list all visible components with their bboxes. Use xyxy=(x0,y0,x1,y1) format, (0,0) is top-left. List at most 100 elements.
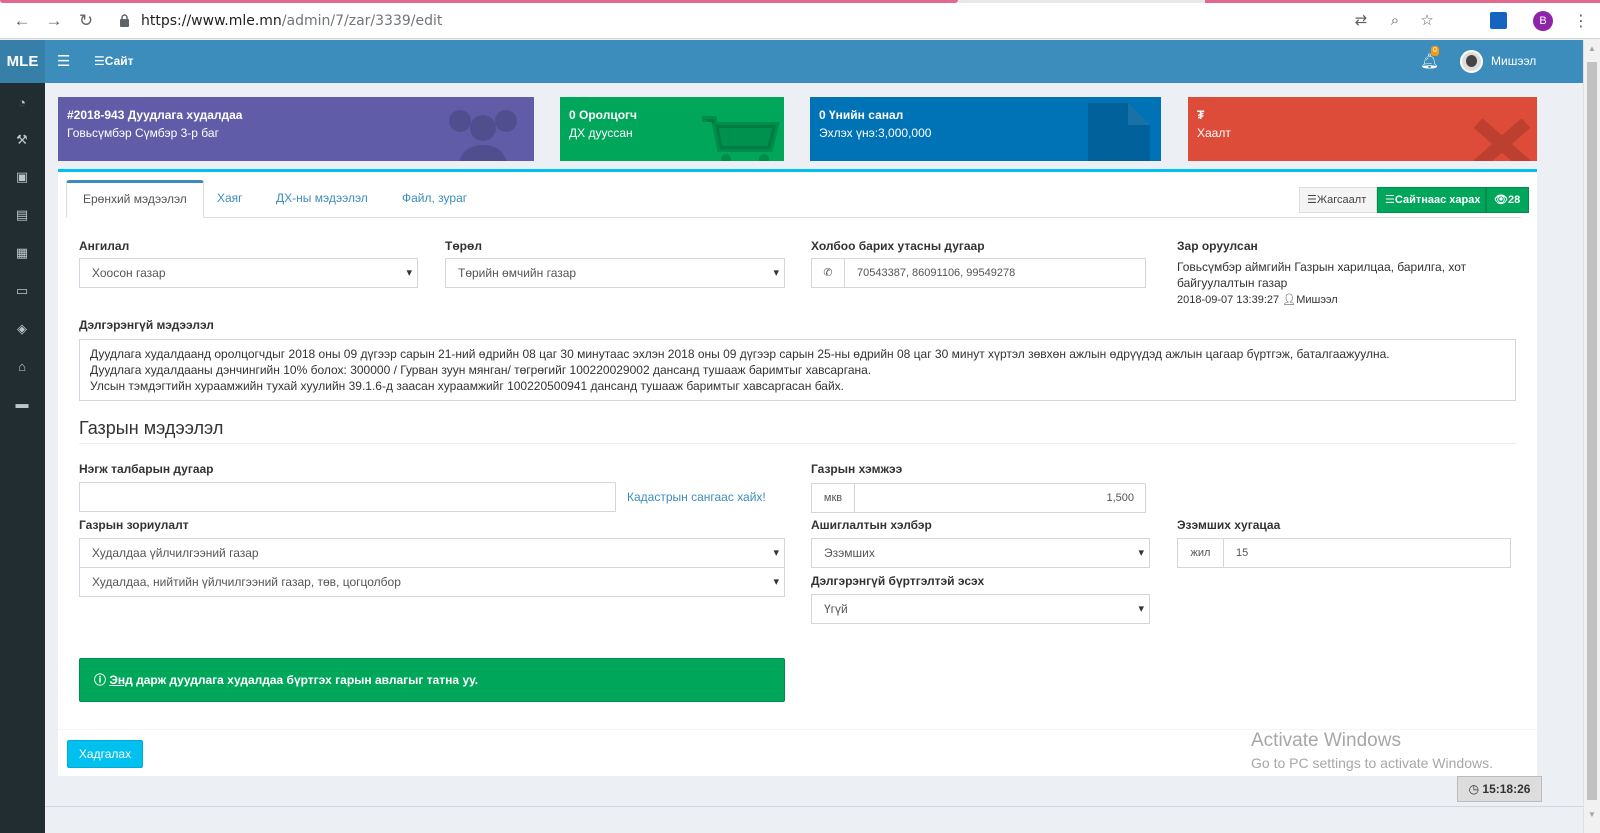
purpose-label: Газрын зориулалт xyxy=(79,518,189,532)
page-scrollbar[interactable]: ▲ ▼ xyxy=(1583,40,1600,833)
type-label: Төрөл xyxy=(445,239,482,253)
size-input[interactable]: 1,500 xyxy=(854,483,1146,513)
info-box-auction: #2018-943 Дуудлага худалдаа Говьсүмбэр С… xyxy=(58,97,534,161)
info-box-subtitle: Хаалт xyxy=(1197,126,1231,140)
user-icon: 👤︎ xyxy=(1282,294,1297,306)
detailed-reg-select[interactable]: Үгүй xyxy=(811,594,1150,624)
phone-input[interactable]: 70543387, 86091106, 99549278 xyxy=(844,258,1146,288)
zoom-icon[interactable]: ⌕ xyxy=(1386,12,1404,30)
info-box-subtitle: Говьсүмбэр Сүмбэр 3-р баг xyxy=(67,126,219,140)
list-button[interactable]: ☰Жагсаалт xyxy=(1299,187,1377,213)
view-on-site-button[interactable]: ☰Сайтнаас харах xyxy=(1377,187,1486,213)
star-icon[interactable]: ☆ xyxy=(1418,12,1436,30)
posted-meta: 2018-09-07 13:39:27 👤︎Мишээл xyxy=(1177,294,1338,306)
details-textarea[interactable]: Дуудлага худалдаанд оролцогчдыг 2018 оны… xyxy=(79,339,1516,401)
extension-icon[interactable] xyxy=(1490,12,1507,29)
browser-address-bar: ← → ↻ https://www.mle.mn/admin/7/zar/333… xyxy=(0,3,1600,39)
term-unit: жил xyxy=(1177,538,1224,568)
info-box-title: 0 Оролцогч xyxy=(569,108,637,122)
size-label: Газрын хэмжээ xyxy=(811,462,903,476)
info-box-bids: 0 Үнийн санал Эхлэх үнэ:3,000,000 xyxy=(810,97,1161,161)
parcel-label: Нэгж талбарын дугаар xyxy=(79,462,214,476)
scroll-up-icon[interactable]: ▲ xyxy=(1588,44,1596,53)
user-avatar[interactable] xyxy=(1460,50,1483,73)
list-icon: ☰ xyxy=(1385,194,1395,206)
file-icon xyxy=(1088,103,1150,161)
browser-menu-icon[interactable]: ⋮ xyxy=(1573,11,1589,31)
eye-icon: 👁︎ xyxy=(1494,194,1508,206)
info-box-title: ₮ xyxy=(1197,108,1205,122)
hamburger-icon[interactable]: ☰ xyxy=(57,52,70,70)
guide-download-link[interactable]: Энд xyxy=(109,673,132,687)
translate-icon[interactable]: ⇄ xyxy=(1352,12,1370,30)
cubes-icon[interactable]: ◈ xyxy=(14,321,30,337)
details-label: Дэлгэрэнгүй мэдээлэл xyxy=(79,318,214,332)
lock-icon xyxy=(120,14,129,27)
windows-watermark-text: Go to PC settings to activate Windows. xyxy=(1251,755,1493,771)
main-form-box: Ерөнхий мэдээлэл Хаяг ДХ-ны мэдээлэл Фай… xyxy=(58,169,1537,776)
money-icon[interactable]: ▭ xyxy=(14,283,30,299)
views-count-button[interactable]: 👁︎28 xyxy=(1486,187,1529,213)
category-label: Ангилал xyxy=(79,239,130,253)
guide-alert: ⓘ Энд дарж дуудлага худалдаа бүртгэх гар… xyxy=(79,658,785,702)
logo[interactable]: MLE xyxy=(0,40,45,83)
bank-icon[interactable]: ⌂ xyxy=(14,359,30,375)
usage-label: Ашиглалтын хэлбэр xyxy=(811,518,932,532)
back-icon[interactable]: ← xyxy=(12,11,32,31)
phone-label: Холбоо барих утасны дугаар xyxy=(811,239,985,253)
posted-org: Говьсүмбэр аймгийн Газрын харилцаа, бари… xyxy=(1177,260,1467,290)
windows-watermark-title: Activate Windows xyxy=(1251,730,1401,751)
scroll-down-icon[interactable]: ▼ xyxy=(1588,810,1596,819)
sidebar: ◔ ⚒ ▣ ▤ ▦ ▭ ◈ ⌂ ▬ xyxy=(0,83,45,833)
usage-select[interactable]: Эзэмших xyxy=(811,538,1150,568)
tab-files[interactable]: Файл, зураг xyxy=(386,180,483,217)
section-title: Газрын мэдээлэл xyxy=(79,418,224,438)
info-box-close: ₮ Хаалт xyxy=(1188,97,1537,161)
divider xyxy=(79,443,1516,444)
posted-label: Зар оруулсан xyxy=(1177,239,1258,253)
notification-badge: 0 xyxy=(1431,46,1439,56)
cadastre-search-link[interactable]: Кадастрын сангаас хайх! xyxy=(627,490,766,504)
clock-badge: ◷ 15:18:26 xyxy=(1457,776,1542,802)
briefcase-icon[interactable]: ▣ xyxy=(14,169,30,185)
clock-icon: ◷ xyxy=(1468,782,1480,796)
info-box-subtitle: Эхлэх үнэ:3,000,000 xyxy=(819,126,932,140)
dashboard-icon[interactable]: ◔ xyxy=(14,95,30,111)
tabs: Ерөнхий мэдээлэл Хаяг ДХ-ны мэдээлэл Фай… xyxy=(66,180,1529,218)
username[interactable]: Мишээл xyxy=(1491,54,1536,68)
info-icon: ⓘ xyxy=(94,673,107,687)
site-link[interactable]: ☰Сайт xyxy=(94,54,134,68)
category-select[interactable]: Хоосон газар xyxy=(79,258,418,288)
cart-icon xyxy=(702,116,780,161)
archive-icon[interactable]: ▬ xyxy=(14,396,30,412)
info-box-title: #2018-943 Дуудлага худалдаа xyxy=(67,108,243,122)
app-header: MLE ☰ ☰Сайт 🔔︎ 0 Мишээл xyxy=(0,40,1583,83)
tab-address[interactable]: Хаяг xyxy=(201,180,259,217)
tab-auction-info[interactable]: ДХ-ны мэдээлэл xyxy=(260,180,384,217)
purpose-select[interactable]: Худалдаа үйлчилгээний газар xyxy=(79,538,785,568)
phone-icon: ✆ xyxy=(811,258,845,288)
parcel-input[interactable] xyxy=(79,482,616,512)
url-field[interactable]: https://www.mle.mn/admin/7/zar/3339/edit xyxy=(141,13,442,29)
save-button[interactable]: Хадгалах xyxy=(67,740,143,768)
type-select[interactable]: Төрийн өмчийн газар xyxy=(445,258,785,288)
list-icon: ☰ xyxy=(94,54,105,68)
reload-icon[interactable]: ↻ xyxy=(76,11,96,31)
term-input[interactable]: 15 xyxy=(1223,538,1511,568)
list-icon: ☰ xyxy=(1307,194,1317,206)
scrollbar-thumb[interactable] xyxy=(1587,62,1597,800)
info-box-title: 0 Үнийн санал xyxy=(819,108,904,122)
purpose-subselect[interactable]: Худалдаа, нийтийн үйлчилгээний газар, тө… xyxy=(79,567,785,597)
info-box-participants: 0 Оролцогч ДХ дууссан xyxy=(560,97,784,161)
building-icon[interactable]: ▤ xyxy=(14,207,30,223)
term-label: Эзэмших хугацаа xyxy=(1177,518,1281,532)
gavel-icon[interactable]: ⚒ xyxy=(14,132,30,148)
tab-general[interactable]: Ерөнхий мэдээлэл xyxy=(66,180,204,218)
users-icon xyxy=(449,110,517,161)
close-icon xyxy=(1473,119,1531,161)
profile-avatar[interactable]: B xyxy=(1533,11,1553,31)
calendar-check-icon[interactable]: ▦ xyxy=(14,245,30,261)
detailed-reg-label: Дэлгэрэнгүй бүртгэлтэй эсэх xyxy=(811,574,985,588)
forward-icon[interactable]: → xyxy=(44,11,64,31)
bottom-bar xyxy=(45,806,1583,833)
